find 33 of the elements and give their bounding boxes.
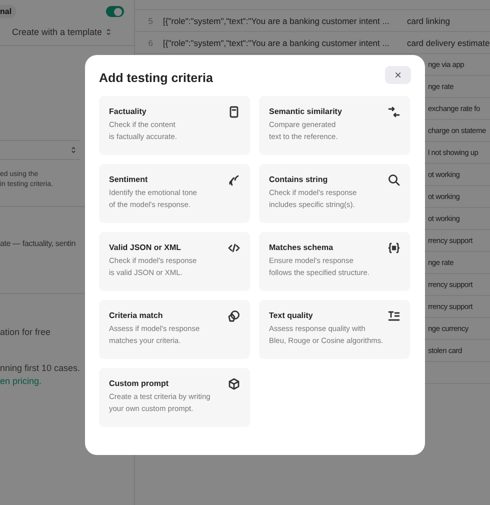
table-cell-text: card linking <box>406 16 451 26</box>
card-title: Semantic similarity <box>269 107 342 116</box>
card-title: Criteria match <box>109 311 163 320</box>
toggle-switch[interactable] <box>106 6 124 17</box>
info-text: nning first 10 cases. <box>0 363 80 373</box>
select-field[interactable] <box>0 140 80 160</box>
card-title: Factuality <box>109 107 146 116</box>
close-button[interactable]: × <box>385 66 411 84</box>
table-cell-text: [{"role":"system","text":"You are a banking customer intent ... <box>162 16 390 26</box>
cube-icon <box>228 378 240 390</box>
status-badge: nal <box>0 5 16 18</box>
table-cell-text: card delivery estimate <box>406 38 490 48</box>
text-lines-icon <box>388 310 400 322</box>
card-title: Sentiment <box>109 175 148 184</box>
converging-arrows-icon <box>388 106 400 118</box>
card-title: Custom prompt <box>109 379 169 388</box>
chevron-icon <box>71 146 76 154</box>
overlapping-shapes-icon <box>228 310 240 322</box>
info-text: ation for free <box>0 327 51 337</box>
sound-waves-icon <box>228 174 240 186</box>
document-icon <box>228 106 240 118</box>
description-text: ate — factuality, sentin <box>0 239 76 248</box>
card-title: Valid JSON or XML <box>109 243 182 252</box>
dialog-title: Add testing criteria <box>99 71 213 85</box>
card-title: Text quality <box>269 311 313 320</box>
template-button[interactable]: Create with a template <box>12 27 112 37</box>
search-icon <box>388 174 400 186</box>
card-title: Matches schema <box>269 243 334 252</box>
code-icon <box>228 242 240 254</box>
chevron-icon <box>106 28 112 36</box>
braces-icon <box>388 242 400 254</box>
card-title: Contains string <box>269 175 328 184</box>
table-cell-text: [{"role":"system","text":"You are a banking customer intent ... <box>162 38 390 48</box>
